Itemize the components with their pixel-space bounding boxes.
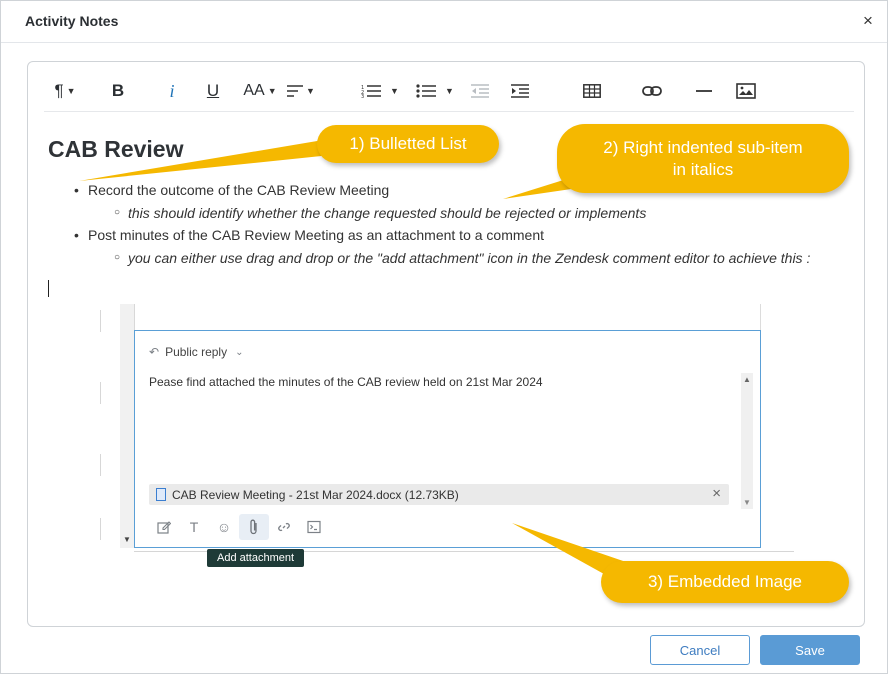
attachment-chip: CAB Review Meeting - 21st Mar 2024.docx … [149,484,729,505]
chevron-down-icon: ▼ [306,86,315,96]
text-icon: T [189,519,199,535]
ordered-list-button[interactable]: 1 2 3 ▼ [358,78,402,104]
chevron-down-icon: ⌄ [235,346,244,358]
align-button[interactable]: ▼ [284,78,318,104]
bold-button[interactable]: B [108,78,128,104]
paperclip-icon [239,514,269,540]
outdent-button[interactable] [468,78,492,104]
image-button[interactable] [734,78,758,104]
callout-embedded-image: 3) Embedded Image [601,561,849,603]
italic-button[interactable]: i [162,78,182,104]
table-icon [583,84,601,98]
terminal-icon [299,514,329,540]
paragraph-icon: ¶ [54,81,64,100]
save-button[interactable]: Save [760,635,860,665]
bullet-list-button[interactable]: ▼ [413,78,457,104]
close-icon[interactable]: × [859,12,877,30]
callout-bulleted-list: 1) Bulletted List [317,125,499,163]
reply-icon: ↶ [149,345,160,359]
embedded-comment-editor: ↶ Public reply ⌄ Pease find attached the… [134,330,761,548]
cancel-button[interactable]: Cancel [650,635,750,665]
dialog-title: Activity Notes [25,13,119,29]
bullet-list-icon [416,84,437,98]
arrow-down-icon: ▼ [123,535,131,544]
underline-button[interactable]: U [202,78,224,104]
chevron-down-icon: ▼ [390,86,399,96]
embedded-toolbar: T ☺ [149,514,329,540]
horizontal-rule-button[interactable] [694,78,714,104]
arrow-up-icon: ▲ [743,375,751,384]
indent-button[interactable] [508,78,532,104]
list-item: • Post minutes of the CAB Review Meeting … [74,227,544,243]
link-icon [269,514,299,540]
edit-icon [149,514,179,540]
outdent-icon [471,84,489,98]
horizontal-rule-icon [696,90,712,92]
table-button[interactable] [580,78,604,104]
text-cursor [48,280,49,297]
image-icon [736,83,756,99]
list-item: • Record the outcome of the CAB Review Me… [74,182,390,198]
font-size-icon: AA [243,82,265,99]
arrow-down-icon: ▼ [743,498,751,507]
editor-toolbar: ¶ ▼ B i U AA ▼ ▼ 1 2 3 ▼ ▼ [44,72,854,112]
embedded-scrollbar: ▼ [120,304,135,548]
chevron-down-icon: ▼ [267,86,277,96]
link-button[interactable] [640,78,664,104]
callout-indented-sub-item: 2) Right indented sub-item in italics [557,124,849,193]
close-icon: × [712,485,721,502]
embedded-image[interactable]: ▼ ↶ Public reply ⌄ Pease find attached t… [100,304,794,582]
link-icon [642,86,662,96]
svg-text:3: 3 [361,94,364,98]
emoji-icon: ☺ [216,519,232,535]
document-icon [156,488,166,501]
indent-icon [511,84,529,98]
list-sub-item: ○ this should identify whether the change… [114,205,647,221]
paragraph-format-button[interactable]: ¶ ▼ [50,78,80,104]
dialog-header: Activity Notes × [1,1,887,43]
align-left-icon [287,85,304,97]
embedded-scrollbar: ▲ ▼ [741,373,753,509]
ordered-list-icon: 123 [361,85,382,98]
public-reply-selector: ↶ Public reply ⌄ [149,345,244,359]
document-heading: CAB Review [48,136,184,162]
activity-notes-dialog: Activity Notes × ¶ ▼ B i U AA ▼ ▼ 1 2 3 ▼ ▼ [0,0,888,674]
font-size-button[interactable]: AA ▼ [242,78,278,104]
chevron-down-icon: ▼ [66,86,76,96]
tooltip: Add attachment [207,549,305,567]
embedded-message: Pease find attached the minutes of the C… [149,375,543,389]
chevron-down-icon: ▼ [445,86,454,96]
list-sub-item: ○ you can either use drag and drop or the… [114,250,811,266]
